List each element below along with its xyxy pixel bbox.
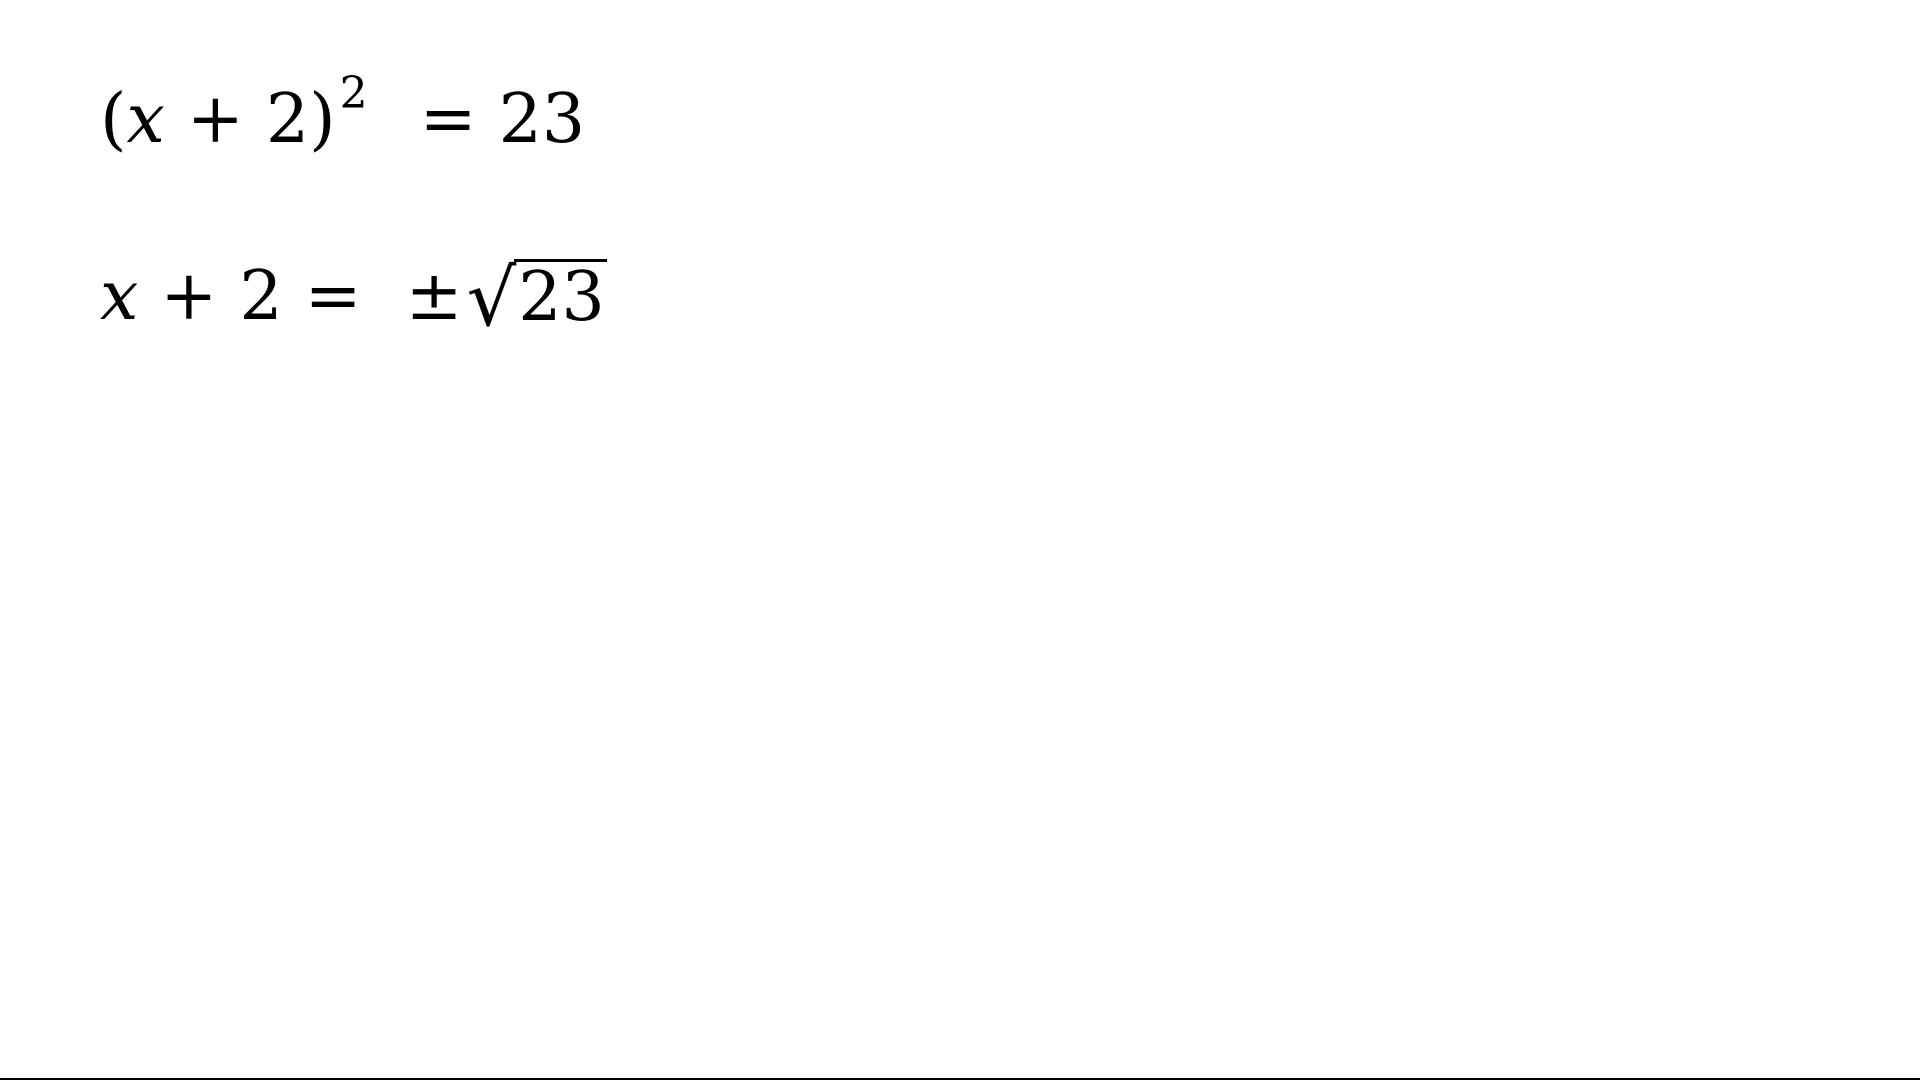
radical-sign: √: [466, 254, 517, 344]
equals-sign: =: [419, 80, 477, 159]
rhs-value: 23: [498, 80, 586, 159]
plus-sign: +: [186, 80, 244, 159]
equals-sign: =: [304, 257, 362, 336]
equation-squared: ( x + 2 ) 2 = 23: [100, 72, 586, 159]
equation-root: x + 2 = ± √ 23: [100, 254, 607, 338]
constant-two: 2: [265, 80, 310, 159]
open-paren: (: [100, 80, 127, 159]
plus-minus-sign: ±: [405, 257, 463, 336]
constant-two: 2: [239, 257, 283, 336]
radicand: 23: [514, 259, 607, 332]
slide-canvas: ( x + 2 ) 2 = 23 x + 2 = ± √ 23: [0, 0, 1920, 1080]
variable-x: x: [100, 257, 139, 336]
exponent: 2: [339, 68, 368, 119]
plus-sign: +: [160, 257, 218, 336]
variable-x: x: [126, 80, 165, 159]
close-paren: ): [309, 80, 336, 159]
square-root: √ 23: [467, 254, 607, 338]
